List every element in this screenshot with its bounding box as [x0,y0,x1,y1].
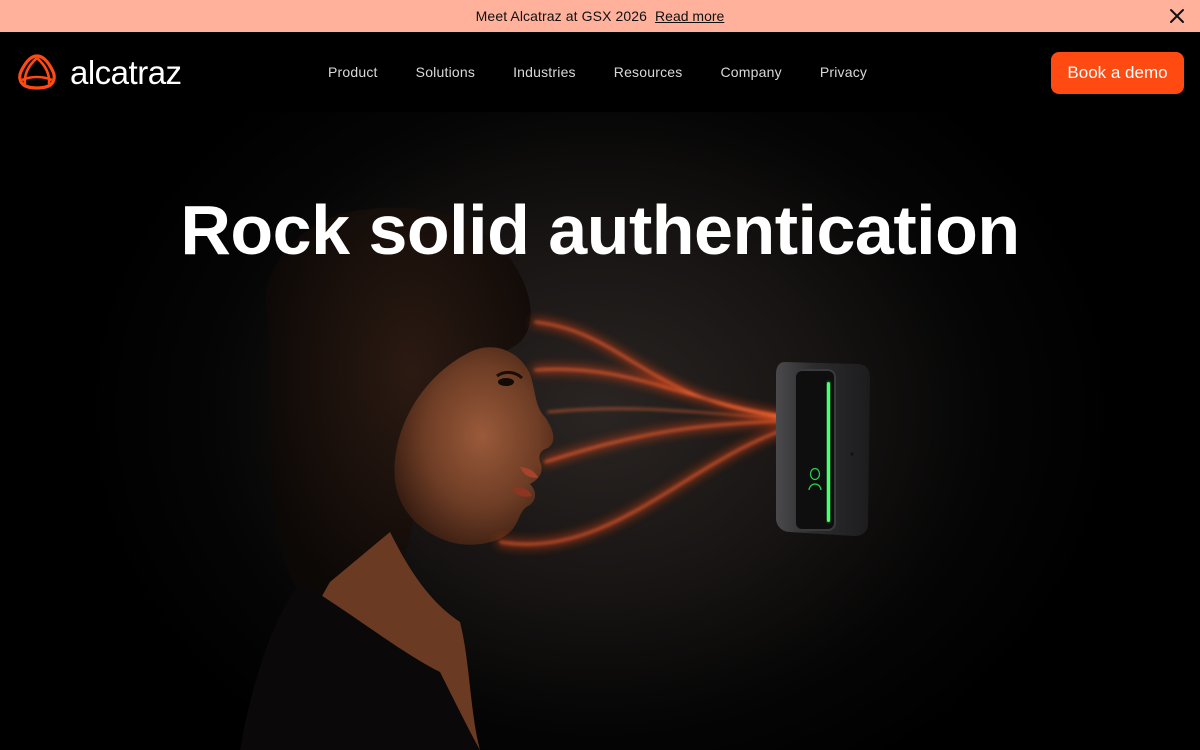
nav-item-solutions[interactable]: Solutions [397,64,494,80]
nav-item-industries[interactable]: Industries [494,64,595,80]
book-demo-button[interactable]: Book a demo [1051,52,1184,94]
close-icon[interactable] [1168,7,1186,25]
face-scan-device-icon [776,362,870,536]
nav-item-company[interactable]: Company [701,64,800,80]
brand-wordmark: alcatraz [70,53,182,91]
announcement-bar: Meet Alcatraz at GSX 2026 Read more [0,0,1200,32]
main-navigation: alcatraz Product Solutions Industries Re… [0,32,1200,112]
hero-headline: Rock solid authentication [180,190,1020,269]
person-body [240,532,480,750]
brand-logo[interactable]: alcatraz [16,52,182,92]
nav-menu: Product Solutions Industries Resources C… [309,64,886,80]
announcement-read-more-link[interactable]: Read more [655,8,724,24]
nav-item-product[interactable]: Product [309,64,397,80]
alcatraz-logo-icon [16,52,58,92]
announcement-message: Meet Alcatraz at GSX 2026 [475,8,648,24]
nav-item-resources[interactable]: Resources [595,64,702,80]
nav-item-privacy[interactable]: Privacy [801,64,886,80]
hero-section: Rock solid authentication [0,112,1200,750]
